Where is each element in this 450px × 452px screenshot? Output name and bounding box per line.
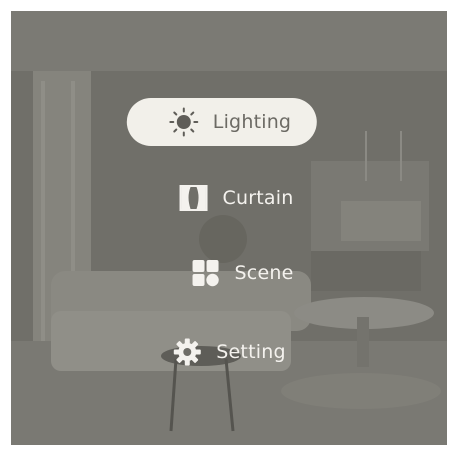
menu-item-scene[interactable]: Scene	[191, 249, 294, 297]
menu-item-curtain[interactable]: Curtain	[179, 174, 294, 222]
menu-item-setting[interactable]: Setting	[172, 328, 286, 376]
menu-item-label: Setting	[216, 341, 286, 363]
sun-icon	[169, 107, 199, 137]
smart-home-panel: Lighting Curtain Scene Setting	[11, 11, 447, 445]
menu-item-lighting[interactable]: Lighting	[126, 98, 318, 146]
menu-item-label: Curtain	[222, 187, 294, 209]
main-menu: Lighting Curtain Scene Setting	[11, 11, 447, 445]
gear-icon	[172, 337, 202, 367]
menu-item-label: Scene	[234, 262, 294, 284]
curtain-icon	[179, 183, 209, 213]
menu-item-label: Lighting	[212, 111, 292, 133]
scene-grid-icon	[191, 258, 221, 288]
